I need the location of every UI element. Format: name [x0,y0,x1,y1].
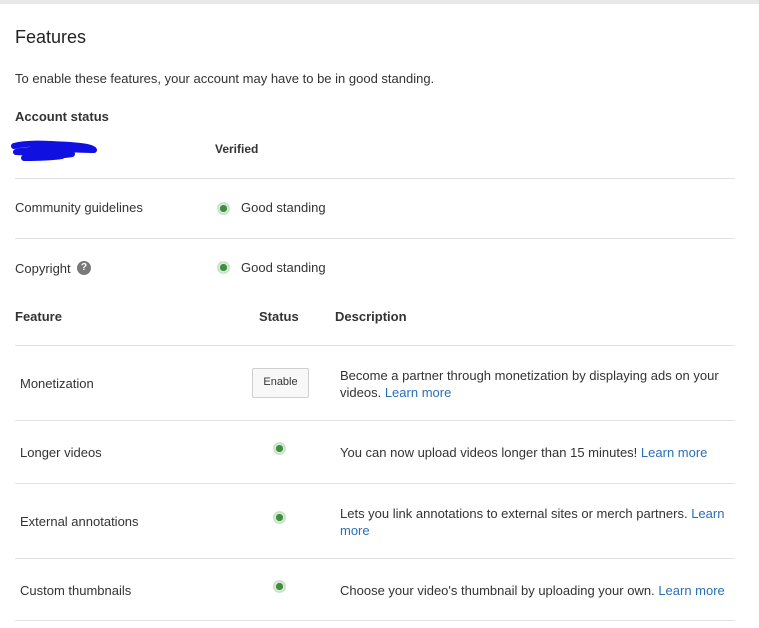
feature-name-longer-videos: Longer videos [20,445,102,460]
community-guidelines-status: Good standing [241,200,326,215]
divider [15,620,735,621]
divider [15,178,735,179]
good-standing-dot-icon [218,203,229,214]
description-text: Lets you link annotations to external si… [340,506,688,521]
divider [15,558,735,559]
feature-description-monetization: Become a partner through monetization by… [340,367,730,401]
enabled-status-dot-icon [274,581,285,592]
feature-name-monetization: Monetization [20,376,94,391]
divider [15,420,735,421]
feature-name-custom-thumbnails: Custom thumbnails [20,583,132,598]
feature-description-custom-thumbnails: Choose your video's thumbnail by uploadi… [340,582,740,599]
top-bar [0,0,759,4]
feature-name-external-annotations: External annotations [20,514,139,529]
page-title: Features [15,27,87,47]
feature-description-external-annotations: Lets you link annotations to external si… [340,505,730,539]
intro-text: To enable these features, your account m… [15,71,435,86]
good-standing-dot-icon [218,262,229,273]
feature-column-header: Feature [15,309,62,324]
enable-monetization-button[interactable]: Enable [252,368,309,398]
enabled-status-dot-icon [274,512,285,523]
status-column-header: Status [259,309,299,324]
verified-label: Verified [215,142,259,156]
divider [15,345,735,346]
community-guidelines-label: Community guidelines [15,200,143,215]
enabled-status-dot-icon [274,443,285,454]
learn-more-link[interactable]: Learn more [641,445,707,460]
learn-more-link[interactable]: Learn more [385,385,451,400]
copyright-label: Copyright [15,261,71,276]
learn-more-link[interactable]: Learn more [658,583,724,598]
help-icon[interactable]: ? [77,261,91,275]
description-text: You can now upload videos longer than 15… [340,445,638,460]
divider [15,238,735,239]
divider [15,483,735,484]
description-column-header: Description [335,309,407,324]
description-text: Choose your video's thumbnail by uploadi… [340,583,655,598]
feature-description-longer-videos: You can now upload videos longer than 15… [340,444,740,461]
copyright-status: Good standing [241,260,326,275]
account-status-heading: Account status [15,109,109,124]
redacted-account-name [11,140,97,161]
